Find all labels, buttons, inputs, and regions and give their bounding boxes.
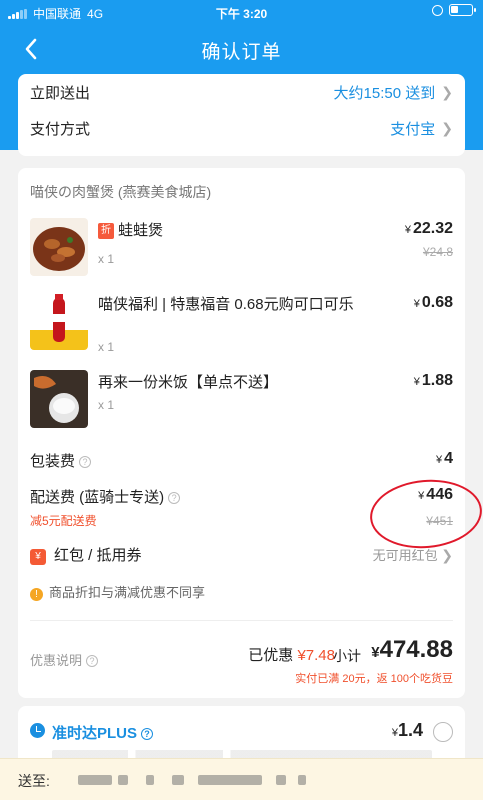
item-quantity: x 1 xyxy=(98,252,115,266)
delivery-card: 立即送出 大约15:50 送到 ❯ 支付方式 支付宝 ❯ xyxy=(18,74,465,156)
order-item: 喵侠福利 | 特惠福音 0.68元购可口可乐 x 1 ¥0.68 xyxy=(30,292,453,362)
order-summary: 优惠说明? 已优惠 ¥7.48 小计 ¥474.88 实付已满 20元，返 10… xyxy=(30,634,453,690)
subtotal-value: ¥474.88 xyxy=(371,636,453,663)
discount-notice: ! 商品折扣与满减优惠不同享 xyxy=(30,582,453,601)
order-card: 喵侠の肉蟹煲 (燕赛美食城店) 折蛙蛙煲 x 1 ¥22.32 ¥24.8 喵侠… xyxy=(18,168,465,698)
rotation-lock-icon xyxy=(432,4,443,16)
clock-check-icon xyxy=(30,723,45,738)
chevron-right-icon: ❯ xyxy=(441,547,453,563)
redpack-label: 红包 / 抵用券 xyxy=(54,547,142,564)
address-redacted xyxy=(172,775,184,785)
item-price: ¥1.88 xyxy=(413,372,453,389)
notice-text: 商品折扣与满减优惠不同享 xyxy=(49,585,206,600)
ontime-title: 准时达PLUS? xyxy=(52,722,154,743)
status-right xyxy=(432,4,476,16)
ontime-radio[interactable] xyxy=(433,722,453,742)
help-icon[interactable]: ? xyxy=(141,728,154,740)
address-redacted xyxy=(198,775,262,785)
battery-icon xyxy=(449,4,476,16)
address-bar[interactable]: 送至: xyxy=(0,758,483,800)
order-item: 再来一份米饭【单点不送】 x 1 ¥1.88 xyxy=(30,370,453,440)
address-redacted xyxy=(298,775,306,785)
status-bar: 中国联通 4G 下午 3:20 xyxy=(0,0,483,24)
address-label: 送至: xyxy=(18,773,50,789)
promo-info-link[interactable]: 优惠说明? xyxy=(30,650,99,669)
info-icon: ! xyxy=(30,588,43,601)
packing-fee-row: 包装费? ¥4 xyxy=(30,450,453,471)
help-icon[interactable]: ? xyxy=(79,456,92,468)
saved-amount: 已优惠 ¥7.48 xyxy=(248,647,335,664)
food-image-coke xyxy=(30,292,88,350)
subtotal-label: 小计 xyxy=(333,648,361,664)
address-redacted xyxy=(78,775,112,785)
item-original-price: ¥24.8 xyxy=(422,245,453,259)
item-price: ¥0.68 xyxy=(413,294,453,311)
address-redacted xyxy=(146,775,154,785)
discount-tag: 折 xyxy=(98,223,114,239)
address-redacted xyxy=(118,775,128,785)
order-item: 折蛙蛙煲 x 1 ¥22.32 ¥24.8 xyxy=(30,218,453,288)
item-name: 再来一份米饭【单点不送】 xyxy=(98,374,279,391)
item-name: 喵侠福利 | 特惠福音 0.68元购可口可乐 xyxy=(98,296,354,313)
ontime-price: ¥1.4 xyxy=(391,720,423,740)
page-title: 确认订单 xyxy=(201,42,282,63)
address-redacted xyxy=(276,775,286,785)
payment-method-label: 支付方式 xyxy=(30,121,91,138)
nav-bar: 确认订单 xyxy=(0,24,483,74)
packing-fee-label: 包装费 xyxy=(30,453,76,470)
divider xyxy=(30,620,453,621)
battery-level xyxy=(451,6,458,13)
status-time: 下午 3:20 xyxy=(215,7,268,21)
item-name: 折蛙蛙煲 xyxy=(98,220,358,241)
payment-method-row[interactable]: 支付方式 支付宝 ❯ xyxy=(30,118,453,139)
redpack-value: 无可用红包 xyxy=(372,548,438,563)
delivery-time-value: 大约15:50 送到 xyxy=(333,85,436,102)
item-quantity: x 1 xyxy=(98,340,115,354)
food-image-frog-pot xyxy=(30,218,88,276)
chevron-right-icon: ❯ xyxy=(441,120,453,136)
item-price: ¥22.32 xyxy=(404,220,453,237)
packing-fee-value: ¥4 xyxy=(435,450,453,467)
delivery-time-label: 立即送出 xyxy=(30,85,91,102)
food-image-rice xyxy=(30,370,88,428)
payment-method-value: 支付宝 xyxy=(390,121,436,138)
delivery-fee-discount-note: 减5元配送费 xyxy=(30,514,97,528)
delivery-fee-label: 配送费 (蓝骑士专送) xyxy=(30,489,165,506)
ontime-plus-card: 准时达PLUS? ¥1.4 xyxy=(18,706,465,766)
item-quantity: x 1 xyxy=(98,398,115,412)
cashback-note: 实付已满 20元，返 100个吃货豆 xyxy=(295,673,453,685)
shop-name: 喵侠の肉蟹煲 (燕赛美食城店) xyxy=(30,184,212,200)
delivery-time-row[interactable]: 立即送出 大约15:50 送到 ❯ xyxy=(30,82,453,103)
redpack-row[interactable]: ¥ 红包 / 抵用券 无可用红包 ❯ xyxy=(30,544,453,565)
help-icon[interactable]: ? xyxy=(168,492,181,504)
chevron-right-icon: ❯ xyxy=(441,84,453,100)
help-icon: ? xyxy=(86,655,99,667)
redpack-icon: ¥ xyxy=(30,549,46,565)
